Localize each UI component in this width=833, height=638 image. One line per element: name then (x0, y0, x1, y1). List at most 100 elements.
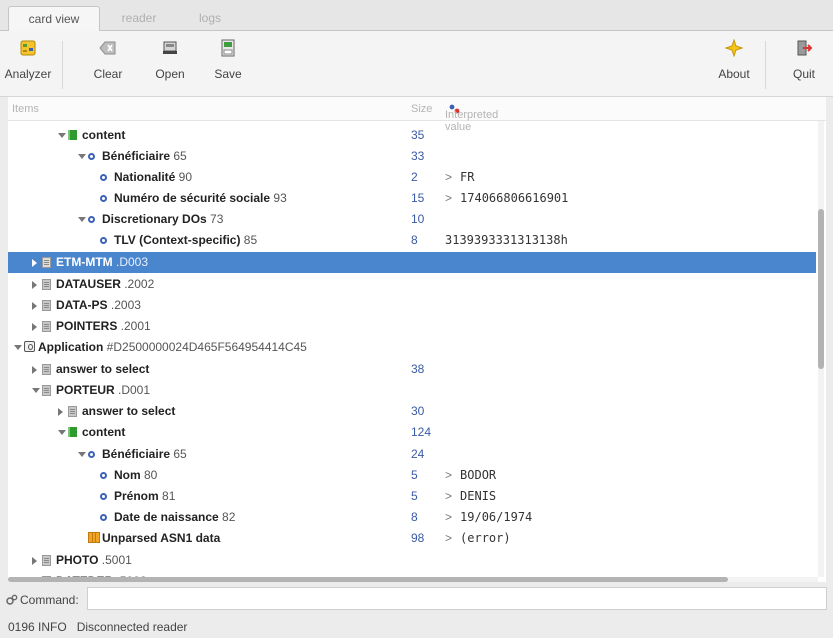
item-size: 35 (411, 128, 425, 142)
item-name: content (82, 425, 125, 439)
item-name: answer to select (82, 404, 175, 418)
interpreted-value: > FR (445, 170, 474, 184)
open-button[interactable]: Open (150, 35, 190, 93)
item-name: Bénéficiaire 65 (102, 149, 187, 163)
item-label: Bénéficiaire (102, 447, 171, 461)
analyzer-button[interactable]: Analyzer (4, 35, 52, 93)
analyzer-icon (19, 39, 37, 57)
save-button[interactable]: Save (208, 35, 248, 93)
tree-row[interactable]: PORTEUR .D001 (8, 380, 816, 401)
expand-arrow-open-icon[interactable] (78, 154, 86, 159)
item-label: answer to select (56, 362, 150, 376)
value-text: DENIS (460, 489, 497, 503)
tree-row[interactable]: Nationalité 90 2 > FR (8, 167, 816, 188)
expand-arrow-closed-icon[interactable] (32, 281, 37, 289)
toolbar-separator (62, 41, 63, 89)
tree-row[interactable]: DATAUSER .2002 (8, 274, 816, 295)
item-label: POINTERS (56, 319, 118, 333)
item-name: Discretionary DOs 73 (102, 212, 223, 226)
content-icon (68, 130, 77, 140)
value-text: 174066806616901 (460, 191, 569, 205)
expand-arrow-open-icon[interactable] (58, 133, 66, 138)
expand-arrow-closed-icon[interactable] (32, 259, 37, 267)
tree-row[interactable]: DATA-PS .2003 (8, 295, 816, 316)
item-tag: 82 (218, 510, 236, 524)
column-header-size[interactable]: Size (411, 103, 432, 115)
tree-row[interactable]: Nom 80 5 > BODOR (8, 465, 816, 486)
tree-row[interactable]: Application #D2500000024D465F564954414C4… (8, 337, 816, 358)
tree-row[interactable]: content 35 (8, 125, 816, 146)
value-text: 19/06/1974 (460, 510, 533, 524)
tree-row[interactable]: answer to select 38 (8, 359, 816, 380)
item-size: 5 (411, 468, 418, 482)
item-name: Nom 80 (114, 468, 157, 482)
star-icon (724, 38, 744, 58)
save-label: Save (214, 67, 242, 81)
card-tree-view[interactable]: Items Size Interpreted value content 35 Bé… (8, 97, 826, 582)
tab-card-view[interactable]: card view (8, 6, 100, 31)
item-tag: .D001 (114, 383, 151, 397)
column-header-items[interactable]: Items (12, 103, 39, 115)
expand-arrow-closed-icon[interactable] (58, 408, 63, 416)
tree-row[interactable]: TLV (Context-specific) 85 8 31393933313131… (8, 230, 816, 251)
tree-row[interactable]: answer to select 30 (8, 401, 816, 422)
item-name: Bénéficiaire 65 (102, 447, 187, 461)
horizontal-scrollbar-thumb[interactable] (8, 577, 728, 582)
item-label: answer to select (82, 404, 176, 418)
tree-row[interactable]: Date de naissance 82 8 >19/06/1974 (8, 507, 816, 528)
expand-arrow-open-icon[interactable] (58, 430, 66, 435)
item-label: TLV (Context-specific) (114, 233, 241, 247)
file-icon (42, 300, 51, 311)
command-input[interactable] (87, 587, 827, 610)
expand-arrow-open-icon[interactable] (32, 388, 40, 393)
status-bar: 0196 INFO Disconnected reader (0, 612, 833, 638)
field-icon (100, 472, 107, 479)
item-label: ETM-MTM (56, 255, 113, 269)
tree-row[interactable]: POINTERS .2001 (8, 316, 816, 337)
item-name: Date de naissance 82 (114, 510, 235, 524)
tree-row[interactable]: Discretionary DOs 73 10 (8, 209, 816, 230)
tree-row[interactable]: PHOTO .5001 (8, 550, 816, 571)
item-size: 33 (411, 149, 425, 163)
command-label-text: Command: (20, 593, 79, 607)
clear-button[interactable]: Clear (88, 35, 128, 93)
item-name: Numéro de sécurité sociale 93 (114, 191, 287, 205)
expand-arrow-closed-icon[interactable] (32, 366, 37, 374)
tree-row[interactable]: Bénéficiaire 65 24 (8, 444, 816, 465)
item-tag: 65 (170, 447, 187, 461)
expand-arrow-closed-icon[interactable] (32, 302, 37, 310)
item-tag: 80 (140, 468, 158, 482)
expand-arrow-open-icon[interactable] (78, 452, 86, 457)
analyzer-label: Analyzer (4, 67, 52, 81)
expand-arrow-open-icon[interactable] (78, 217, 86, 222)
item-tag: 81 (158, 489, 176, 503)
file-icon (68, 406, 77, 417)
application-icon (24, 341, 35, 352)
quit-button[interactable]: Quit (784, 35, 824, 93)
tab-logs[interactable]: logs (186, 6, 234, 31)
about-button[interactable]: About (712, 35, 756, 93)
item-label: DATAUSER (56, 277, 121, 291)
clear-icon (99, 39, 117, 57)
exit-icon (795, 39, 813, 57)
expand-arrow-closed-icon[interactable] (32, 323, 37, 331)
column-header-value[interactable]: Interpreted value (445, 103, 498, 133)
item-size: 124 (411, 425, 432, 439)
open-label: Open (155, 67, 185, 81)
tree-row[interactable]: ETM-MTM .D003 (8, 252, 816, 273)
item-size: 5 (411, 489, 418, 503)
expand-arrow-closed-icon[interactable] (32, 557, 37, 565)
interpreted-value: >19/06/1974 (445, 510, 532, 524)
item-label: Nationalité (114, 170, 176, 184)
item-name: content (82, 128, 125, 142)
item-name: Application #D2500000024D465F564954414C4… (38, 340, 307, 354)
tree-row[interactable]: Bénéficiaire 65 33 (8, 146, 816, 167)
expand-arrow-open-icon[interactable] (14, 345, 22, 350)
vertical-scrollbar-thumb[interactable] (818, 209, 824, 369)
tree-row[interactable]: Numéro de sécurité sociale 93 15 >17406680… (8, 188, 816, 209)
tree-row[interactable]: content 124 (8, 422, 816, 443)
tree-row[interactable]: Prénom 81 5 > DENIS (8, 486, 816, 507)
tree-row[interactable]: Unparsed ASN1 data 98 > (error) (8, 528, 816, 549)
tab-reader[interactable]: reader (110, 6, 168, 31)
file-icon (42, 257, 51, 268)
